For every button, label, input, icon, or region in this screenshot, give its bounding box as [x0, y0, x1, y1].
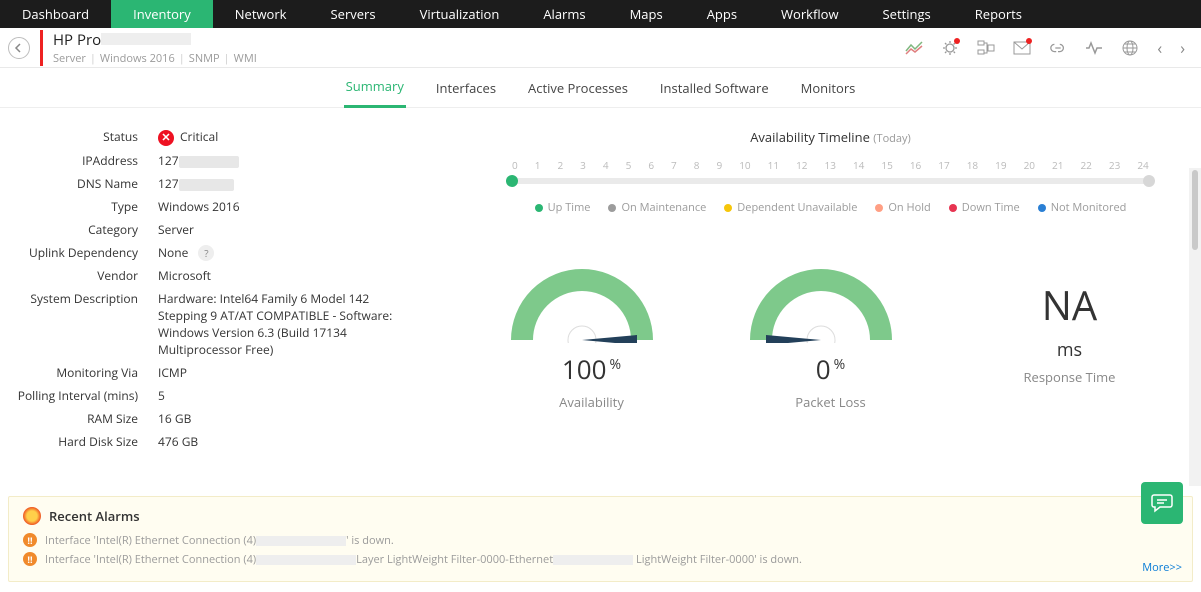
value-type: Windows 2016: [158, 198, 442, 215]
tab-monitors[interactable]: Monitors: [799, 69, 858, 107]
gauge-response-label: Response Time: [985, 368, 1155, 386]
back-button[interactable]: [8, 37, 30, 59]
gauge-availability-label: Availability: [507, 393, 677, 411]
severity-icon: !!: [23, 552, 37, 566]
recent-alarms-panel: Recent Alarms !!Interface 'Intel(R) Ethe…: [8, 496, 1193, 582]
recent-alarms-header: Recent Alarms: [23, 507, 1178, 525]
subtabs: Summary Interfaces Active Processes Inst…: [0, 68, 1201, 108]
gauge-availability: 100% Availability: [507, 265, 677, 411]
summary-body: Status✕Critical IPAddress127 DNS Name127…: [0, 108, 1201, 496]
label-poll: Polling Interval (mins): [12, 387, 158, 404]
header-toolbar: ‹ ›: [905, 37, 1185, 59]
chart-icon[interactable]: [905, 39, 923, 57]
legend-hold: On Hold: [875, 200, 930, 215]
alarm-bell-icon: [23, 507, 41, 525]
label-status: Status: [12, 128, 158, 146]
nav-alarms[interactable]: Alarms: [521, 0, 607, 28]
legend-dep: Dependent Unavailable: [724, 200, 857, 215]
notification-icon[interactable]: [941, 39, 959, 57]
prev-page-icon[interactable]: ‹: [1157, 37, 1162, 59]
nav-dashboard[interactable]: Dashboard: [0, 0, 111, 28]
value-monvia: ICMP: [158, 364, 442, 381]
page-header: HP Pro Server|Windows 2016|SNMP|WMI ‹ ›: [0, 28, 1201, 68]
value-dns: 127: [158, 175, 442, 192]
value-uplink: None?: [158, 244, 442, 261]
value-status: ✕Critical: [158, 128, 442, 146]
gauge-row: 100% Availability 0% Packet Loss NA ms R…: [472, 265, 1189, 411]
value-poll: 5: [158, 387, 442, 404]
top-nav: Dashboard Inventory Network Servers Virt…: [0, 0, 1201, 28]
tools-icon[interactable]: [977, 39, 995, 57]
label-ram: RAM Size: [12, 410, 158, 427]
alarm-row[interactable]: !!Interface 'Intel(R) Ethernet Connectio…: [23, 552, 1178, 567]
next-page-icon[interactable]: ›: [1180, 37, 1185, 59]
gauge-packetloss-label: Packet Loss: [746, 393, 916, 411]
gauge-response: NA ms Response Time: [985, 265, 1155, 411]
label-uplink: Uplink Dependency: [12, 244, 158, 261]
nav-network[interactable]: Network: [213, 0, 309, 28]
tab-active-processes[interactable]: Active Processes: [526, 69, 630, 107]
scrollbar-thumb[interactable]: [1192, 170, 1198, 250]
timeline-ticks: 0123456789101112131415161718192021222324: [512, 158, 1149, 172]
label-category: Category: [12, 221, 158, 238]
nav-servers[interactable]: Servers: [309, 0, 398, 28]
chat-fab[interactable]: [1141, 482, 1183, 524]
alarms-more-link[interactable]: More>>: [1142, 560, 1182, 575]
mail-icon[interactable]: [1013, 39, 1031, 57]
nav-inventory[interactable]: Inventory: [111, 0, 213, 28]
value-ip: 127: [158, 152, 442, 169]
gauge-availability-value: 100%: [507, 351, 677, 387]
nav-maps[interactable]: Maps: [608, 0, 685, 28]
label-vendor: Vendor: [12, 267, 158, 284]
value-hdd: 476 GB: [158, 433, 442, 450]
gauge-response-unit: ms: [985, 338, 1155, 362]
gauge-packetloss: 0% Packet Loss: [746, 265, 916, 411]
nav-virtualization[interactable]: Virtualization: [398, 0, 522, 28]
link-icon[interactable]: [1049, 39, 1067, 57]
legend-maint: On Maintenance: [608, 200, 706, 215]
gauge-packetloss-value: 0%: [746, 351, 916, 387]
legend-down: Down Time: [949, 200, 1020, 215]
nav-workflow[interactable]: Workflow: [759, 0, 861, 28]
timeline-end-handle[interactable]: [1143, 175, 1155, 187]
legend-up: Up Time: [535, 200, 591, 215]
timeline-legend: Up Time On Maintenance Dependent Unavail…: [472, 200, 1189, 215]
tab-summary[interactable]: Summary: [344, 67, 406, 108]
device-details: Status✕Critical IPAddress127 DNS Name127…: [12, 128, 442, 456]
gauge-response-value: NA: [985, 277, 1155, 332]
label-sysdesc: System Description: [12, 290, 158, 358]
label-hdd: Hard Disk Size: [12, 433, 158, 450]
value-category: Server: [158, 221, 442, 238]
severity-icon: !!: [23, 533, 37, 547]
nav-reports[interactable]: Reports: [953, 0, 1044, 28]
page-title: HP Pro: [53, 30, 257, 50]
breadcrumb: Server|Windows 2016|SNMP|WMI: [53, 51, 257, 66]
tab-installed-software[interactable]: Installed Software: [658, 69, 771, 107]
label-ip: IPAddress: [12, 152, 158, 169]
label-type: Type: [12, 198, 158, 215]
legend-nm: Not Monitored: [1038, 200, 1127, 215]
timeline-start-handle[interactable]: [506, 175, 518, 187]
availability-panel: Availability Timeline (Today) 0123456789…: [472, 128, 1189, 456]
timeline-track[interactable]: [512, 178, 1149, 184]
availability-timeline[interactable]: 0123456789101112131415161718192021222324: [512, 158, 1149, 184]
availability-title: Availability Timeline (Today): [472, 128, 1189, 146]
title-block: HP Pro Server|Windows 2016|SNMP|WMI: [40, 30, 257, 66]
vertical-scrollbar[interactable]: [1189, 168, 1201, 486]
critical-icon: ✕: [158, 130, 174, 146]
globe-icon[interactable]: [1121, 39, 1139, 57]
nav-apps[interactable]: Apps: [685, 0, 759, 28]
value-ram: 16 GB: [158, 410, 442, 427]
value-sysdesc: Hardware: Intel64 Family 6 Model 142 Ste…: [158, 290, 418, 358]
label-dns: DNS Name: [12, 175, 158, 192]
help-icon[interactable]: ?: [198, 245, 214, 261]
nav-settings[interactable]: Settings: [861, 0, 953, 28]
value-vendor: Microsoft: [158, 267, 442, 284]
pulse-icon[interactable]: [1085, 39, 1103, 57]
label-monvia: Monitoring Via: [12, 364, 158, 381]
alarm-row[interactable]: !!Interface 'Intel(R) Ethernet Connectio…: [23, 533, 1178, 548]
tab-interfaces[interactable]: Interfaces: [434, 69, 498, 107]
